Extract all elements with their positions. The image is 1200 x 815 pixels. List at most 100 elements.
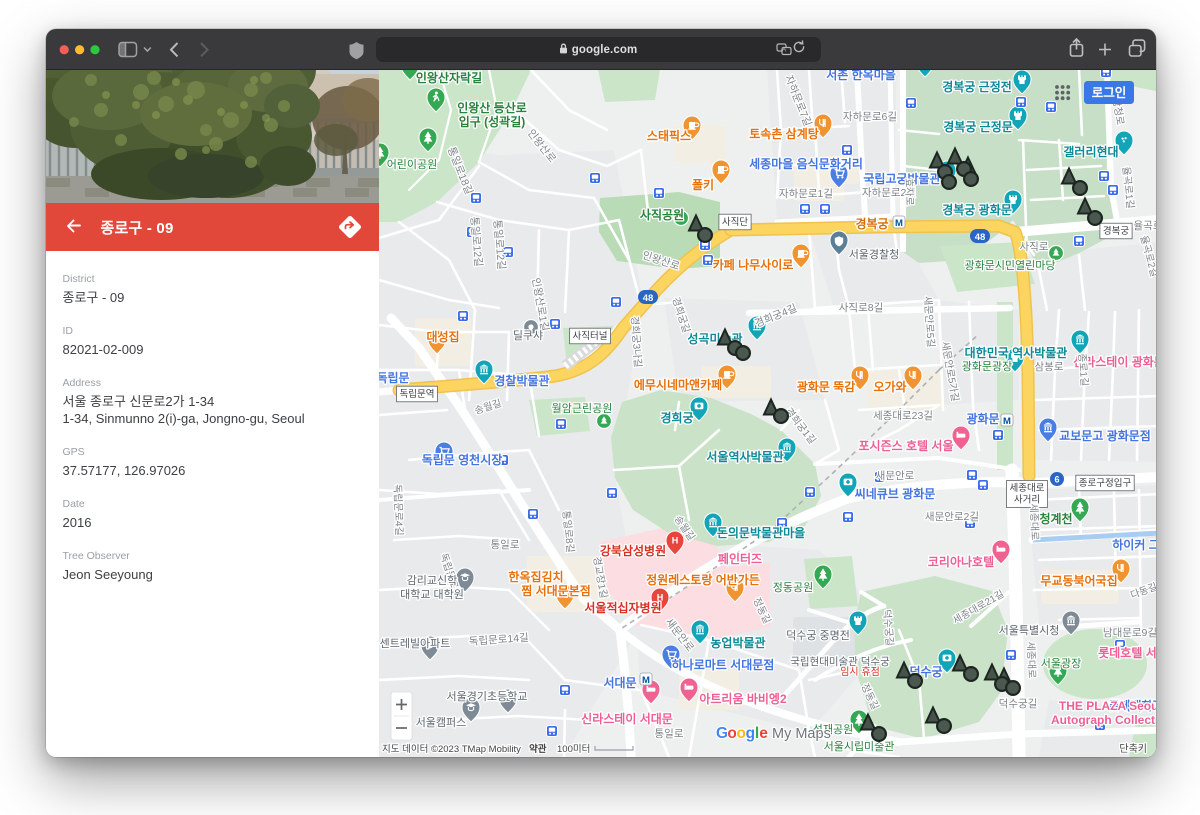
svg-text:통일로: 통일로 [491,538,520,551]
svg-text:서촌 한옥마을: 서촌 한옥마을 [826,70,896,82]
svg-text:경복궁 광화문: 경복궁 광화문 [942,202,1012,217]
svg-text:인왕산로: 인왕산로 [525,127,558,165]
svg-text:독립문로14길: 독립문로14길 [468,631,529,648]
svg-text:독립문 영천시장: 독립문 영천시장 [422,452,503,467]
svg-text:경교장1길: 경교장1길 [590,555,610,599]
svg-text:경복궁 근정문: 경복궁 근정문 [943,119,1013,134]
svg-text:오가와: 오가와 [873,379,906,394]
svg-text:대한민국 역사박물관: 대한민국 역사박물관 [965,345,1068,360]
svg-text:어린이공원: 어린이공원 [387,158,438,171]
svg-text:통일로: 통일로 [655,727,684,740]
svg-text:경희궁4길: 경희궁4길 [753,301,799,330]
svg-text:새문안로: 새문안로 [876,470,915,482]
svg-text:자하문로7길: 자하문로7길 [782,73,814,128]
svg-text:지도 데이터 ©2023 TMap Mobility: 지도 데이터 ©2023 TMap Mobility [382,744,521,755]
svg-text:다동길: 다동길 [1129,580,1156,602]
svg-text:남대문로9길: 남대문로9길 [1103,626,1156,639]
svg-text:통일로12길: 통일로12길 [468,216,485,267]
svg-text:세종대로: 세종대로 [1024,641,1037,678]
svg-text:광화문 뚝감: 광화문 뚝감 [797,379,856,394]
svg-text:H: H [672,536,679,546]
svg-text:경복궁: 경복궁 [855,217,888,231]
svg-text:하이커 그: 하이커 그 [1112,537,1156,552]
svg-text:코리아나호텔: 코리아나호텔 [928,554,994,569]
svg-text:교보문고 광화문점: 교보문고 광화문점 [1059,428,1151,443]
svg-text:율곡로1길: 율곡로1길 [1120,166,1137,210]
svg-text:세종대로: 세종대로 [1010,483,1045,494]
svg-text:새문안로5가길: 새문안로5가길 [939,340,962,402]
svg-text:서울경찰청: 서울경찰청 [849,248,900,261]
svg-text:사직터널: 사직터널 [573,331,608,342]
svg-text:o: o [737,725,746,742]
svg-text:인왕산로: 인왕산로 [641,249,682,272]
svg-text:아트리움 바비엥2: 아트리움 바비엥2 [699,691,787,706]
svg-text:덕수궁 중명전: 덕수궁 중명전 [786,629,850,642]
svg-text:세종대로21길: 세종대로21길 [950,587,1006,627]
svg-text:덕수궁길: 덕수궁길 [880,609,896,647]
svg-text:사직공원: 사직공원 [640,207,684,222]
svg-text:독립문: 독립문 [379,371,410,385]
svg-text:정동길: 정동길 [750,595,773,626]
svg-text:경복궁 근정전: 경복궁 근정전 [942,79,1012,94]
svg-text:센트레빌아파트: 센트레빌아파트 [380,637,451,650]
svg-text:광화문: 광화문 [966,411,999,426]
svg-text:서울역사박물관: 서울역사박물관 [706,449,783,464]
svg-text:o: o [727,725,736,742]
svg-text:사직로: 사직로 [1020,241,1049,253]
svg-text:새문안로2길: 새문안로2길 [925,510,979,523]
svg-text:국립고궁박물관: 국립고궁박물관 [863,171,940,186]
svg-text:스태픽스: 스태픽스 [647,128,691,143]
svg-text:서울시립미술관: 서울시립미술관 [824,740,895,753]
svg-text:새문안로5길: 새문안로5길 [921,296,938,348]
svg-text:48: 48 [975,232,986,243]
svg-text:대성집: 대성집 [426,329,459,344]
svg-text:광화문시민열린마당: 광화문시민열린마당 [964,259,1055,272]
svg-text:송월길: 송월길 [473,396,503,417]
svg-text:약관: 약관 [529,743,547,755]
svg-text:100미터: 100미터 [557,744,590,755]
svg-text:정원레스토랑 어반가든: 정원레스토랑 어반가든 [646,572,760,587]
svg-text:통일로18길: 통일로18길 [445,145,476,197]
svg-text:찜 서대문본점: 찜 서대문본점 [521,583,591,598]
svg-text:에무시네마앤카페: 에무시네마앤카페 [634,377,722,392]
svg-text:광화문광장: 광화문광장 [962,360,1013,373]
svg-text:경희궁: 경희궁 [660,410,693,425]
svg-text:THE PLAZA Seoul,: THE PLAZA Seoul, [1059,699,1156,713]
svg-text:독립문역: 독립문역 [400,388,435,400]
svg-text:로그인: 로그인 [1092,85,1127,100]
svg-text:농업박물관: 농업박물관 [710,635,765,650]
svg-text:6: 6 [1054,475,1059,485]
svg-text:롯데호텔 서울: 롯데호텔 서울 [1098,645,1156,660]
svg-text:G: G [716,725,728,742]
svg-text:무교동북어국집: 무교동북어국집 [1040,573,1117,588]
svg-text:율곡로: 율곡로 [1134,220,1156,232]
svg-text:e: e [759,725,768,742]
svg-text:삼봉로: 삼봉로 [1035,361,1064,373]
svg-text:48: 48 [643,293,654,304]
svg-text:서울광장: 서울광장 [1041,657,1081,670]
svg-text:사직로8길: 사직로8길 [839,301,883,314]
svg-text:임시 휴점: 임시 휴점 [840,665,880,678]
svg-text:정동공원: 정동공원 [773,581,813,594]
svg-text:자하문로6길: 자하문로6길 [843,110,897,123]
svg-text:인왕산 등산로: 인왕산 등산로 [457,100,527,115]
svg-text:서대문: 서대문 [603,675,636,690]
svg-text:감리교신학: 감리교신학 [407,574,458,587]
svg-text:세종마을 음식문화거리: 세종마을 음식문화거리 [749,156,863,171]
svg-text:독립문로4길: 독립문로4길 [391,484,406,536]
svg-text:갤러리현대: 갤러리현대 [1063,144,1118,159]
svg-text:대학교 대학원: 대학교 대학원 [400,588,464,601]
svg-text:인왕산자락길: 인왕산자락길 [416,70,482,85]
svg-text:서울적십자병원: 서울적십자병원 [584,600,661,615]
svg-text:g: g [746,725,755,742]
svg-text:경희궁길: 경희궁길 [669,295,693,334]
svg-text:My Maps: My Maps [772,726,831,742]
svg-text:세종대로23길: 세종대로23길 [873,409,933,422]
svg-text:정동길: 정동길 [858,681,881,712]
svg-text:토속촌 삼계탕: 토속촌 삼계탕 [749,126,819,141]
svg-text:입구 (성곽길): 입구 (성곽길) [459,114,526,129]
svg-text:통일로8길: 통일로8길 [560,510,577,554]
svg-text:A: A [781,47,786,54]
svg-text:페인터즈: 페인터즈 [718,551,762,566]
svg-text:서울캠퍼스: 서울캠퍼스 [416,716,467,729]
